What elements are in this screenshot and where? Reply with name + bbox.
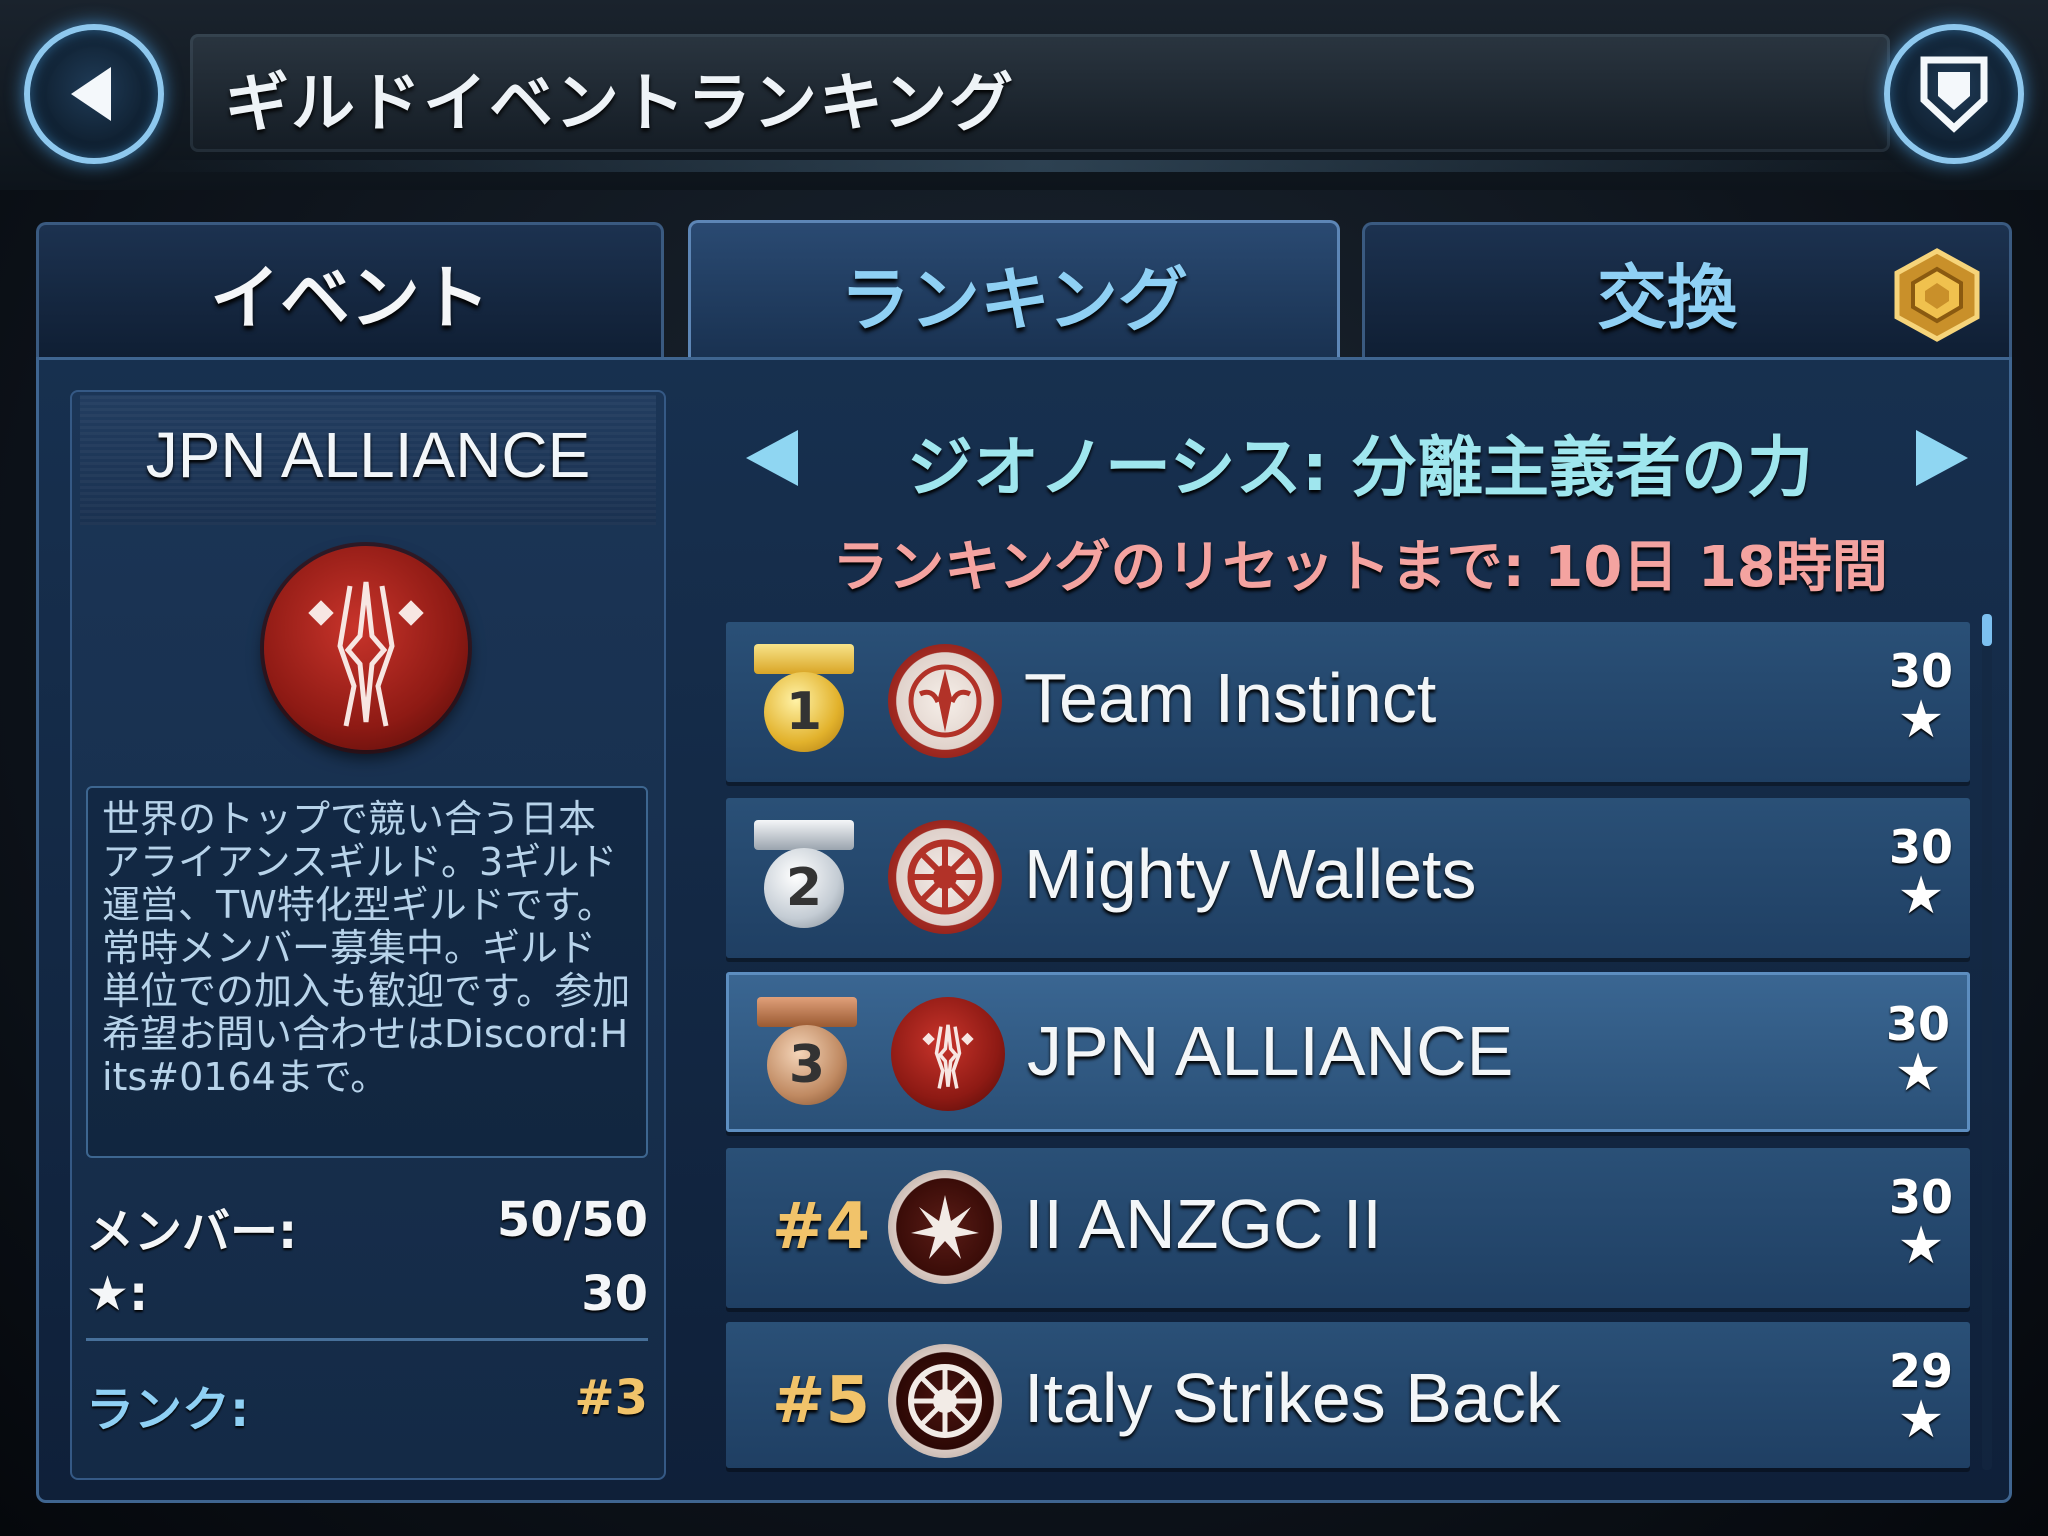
star-icon: ★: [1897, 1390, 1945, 1450]
imperial-icon: [888, 1344, 1002, 1458]
ranking-row-own-guild[interactable]: 3 JPN ALLIANCE 30 ★: [726, 972, 1970, 1132]
ranking-row[interactable]: #5 Italy Strikes Back 29 ★: [726, 1322, 1970, 1468]
guild-score: 29 ★: [1886, 1348, 1956, 1446]
guild-name-cell: II ANZGC II: [1024, 1185, 1382, 1263]
gold-medal-icon: 1: [752, 644, 856, 764]
back-button[interactable]: [24, 24, 164, 164]
guild-name: JPN ALLIANCE: [145, 419, 591, 491]
guild-score: 30 ★: [1886, 824, 1956, 922]
old-republic-icon: [888, 644, 1002, 758]
medal-rank-number: 3: [788, 1035, 826, 1095]
guild-score: 30 ★: [1883, 1001, 1953, 1099]
burst-icon: [888, 1170, 1002, 1284]
next-event-arrow-icon[interactable]: [1916, 430, 1968, 486]
rank-number: #5: [771, 1364, 871, 1438]
tab-exchange-label: 交換: [1597, 257, 1737, 339]
prev-event-arrow-icon[interactable]: [746, 430, 798, 486]
members-label: メンバー:: [86, 1204, 298, 1260]
event-title: ジオノーシス: 分離主義者の力: [906, 429, 1814, 506]
rank-number: #4: [771, 1190, 871, 1264]
guild-emblem-icon: [264, 546, 468, 750]
tab-event[interactable]: イベント: [36, 222, 664, 360]
bronze-medal-icon: 3: [755, 997, 859, 1117]
back-arrow-icon: [71, 67, 111, 121]
shield-icon: [1920, 56, 1988, 133]
star-icon: ★: [1897, 1216, 1945, 1276]
tab-event-label: イベント: [210, 257, 490, 339]
tab-ranking-label: ランキング: [840, 258, 1188, 341]
guild-description: 世界のトップで競い合う日本アライアンスギルド。3ギルド運営、TW特化型ギルドです…: [102, 797, 631, 1099]
ranking-row[interactable]: 1 Team Instinct 30 ★: [726, 622, 1970, 782]
silver-medal-icon: 2: [752, 820, 856, 940]
ranking-row[interactable]: 2 Mighty Wallets 30 ★: [726, 798, 1970, 958]
star-icon: ★: [1897, 866, 1945, 926]
guild-score: 30 ★: [1886, 1174, 1956, 1272]
imperial-icon: [888, 820, 1002, 934]
stars-label: ★:: [86, 1266, 149, 1322]
reset-countdown: ランキングのリセットまで: 10日 18時間: [832, 535, 1888, 600]
guild-score: 30 ★: [1886, 648, 1956, 746]
medal-rank-number: 2: [785, 858, 823, 918]
members-value: 50/50: [496, 1192, 648, 1248]
guild-name-cell: Team Instinct: [1024, 659, 1437, 737]
guild-name-cell: Mighty Wallets: [1024, 835, 1477, 913]
medal-rank-number: 1: [785, 682, 823, 742]
ranking-row[interactable]: #4 II ANZGC II 30 ★: [726, 1148, 1970, 1308]
guild-button[interactable]: [1884, 24, 2024, 164]
guild-description-box: 世界のトップで競い合う日本アライアンスギルド。3ギルド運営、TW特化型ギルドです…: [86, 786, 648, 1158]
currency-hex-icon: [1894, 248, 1980, 342]
star-icon: ★: [1894, 1043, 1942, 1103]
tab-ranking[interactable]: ランキング: [688, 220, 1340, 365]
guild-emblem-icon: [891, 997, 1005, 1111]
ranking-scrollbar[interactable]: [1982, 614, 1992, 1470]
star-icon: ★: [1897, 690, 1945, 750]
ranking-scrollbar-thumb[interactable]: [1982, 614, 1992, 646]
rank-value: #3: [574, 1370, 648, 1426]
guild-name-cell: Italy Strikes Back: [1024, 1359, 1561, 1437]
stars-value: 30: [581, 1266, 648, 1322]
guild-name-cell: JPN ALLIANCE: [1027, 1012, 1514, 1090]
stats-divider: [86, 1338, 648, 1341]
tab-exchange[interactable]: 交換: [1362, 222, 2012, 360]
page-title: ギルドイベントランキング: [225, 67, 1016, 141]
rank-label: ランク:: [86, 1382, 250, 1438]
